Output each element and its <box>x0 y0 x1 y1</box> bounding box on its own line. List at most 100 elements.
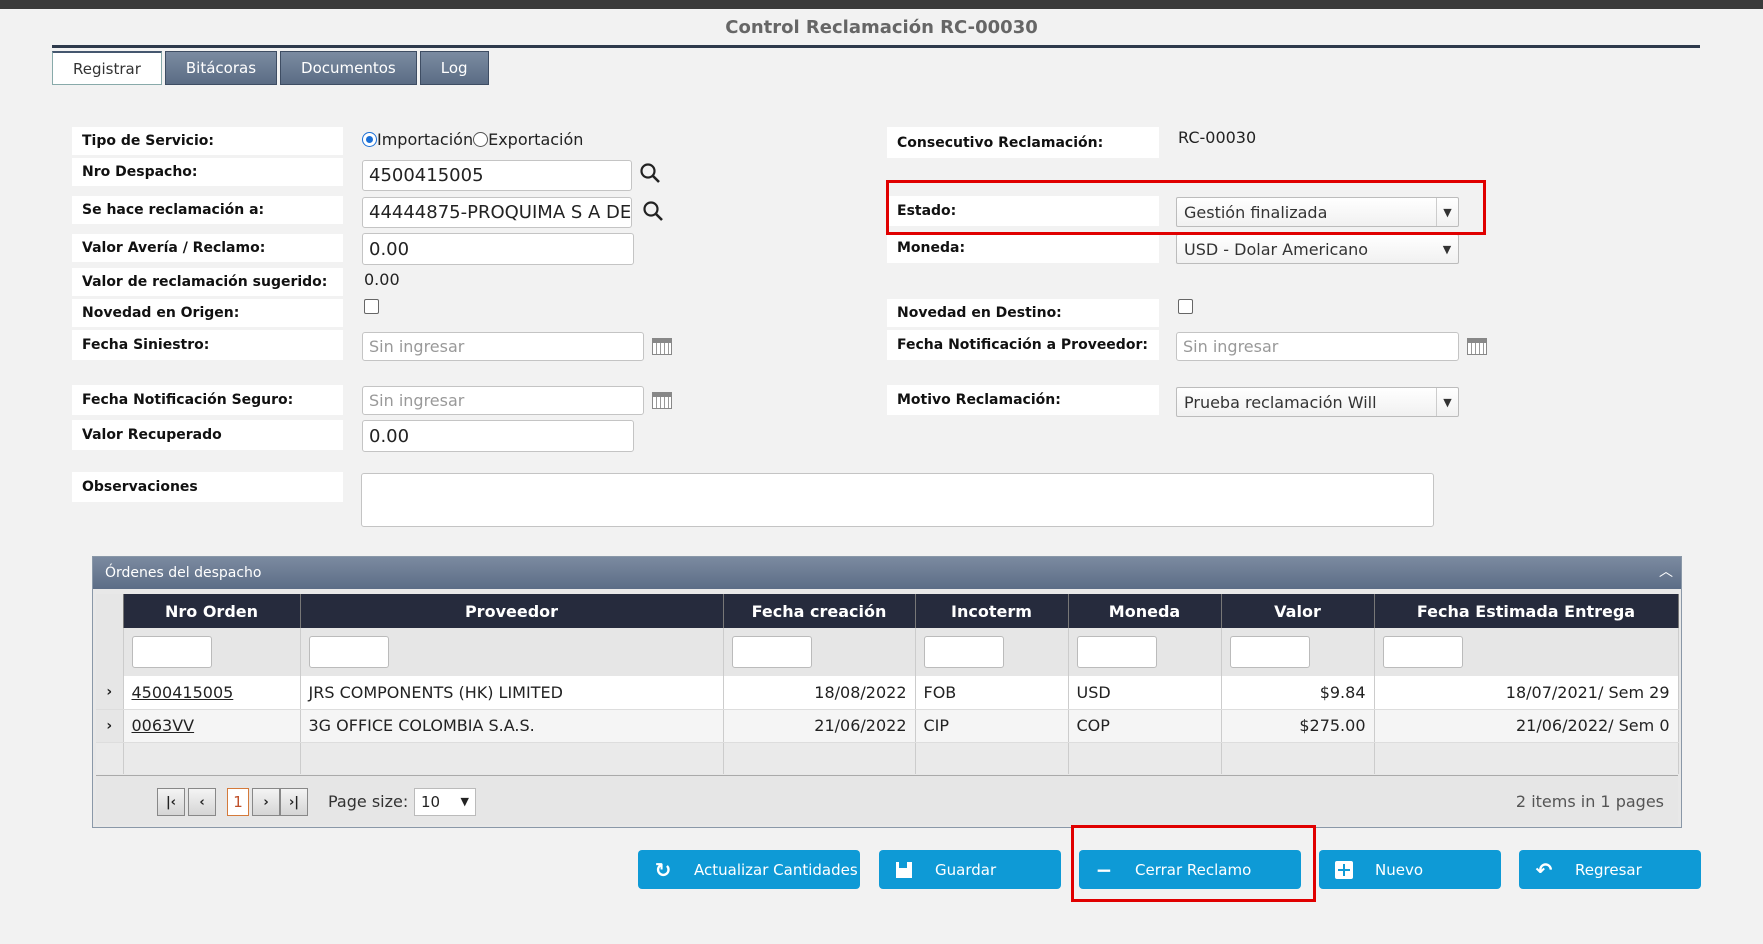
valor-recuperado-input[interactable]: 0.00 <box>362 420 634 452</box>
novedad-destino-label: Novedad en Destino: <box>887 299 1159 327</box>
moneda-select[interactable]: USD - Dolar Americano ▼ <box>1176 234 1459 264</box>
novedad-destino-checkbox[interactable] <box>1178 299 1193 314</box>
table-row: › 4500415005 JRS COMPONENTS (HK) LIMITED… <box>96 676 1679 710</box>
importacion-label: Importación <box>377 130 474 149</box>
expand-row-icon[interactable]: › <box>96 709 124 743</box>
cell-valor: $275.00 <box>1221 709 1375 743</box>
cell-nro-orden: 4500415005 <box>123 676 301 710</box>
table-row: › 0063VV 3G OFFICE COLOMBIA S.A.S. 21/06… <box>96 709 1679 743</box>
fecha-notif-proveedor-label: Fecha Notificación a Proveedor: <box>887 330 1159 360</box>
nro-despacho-input[interactable]: 4500415005 <box>362 160 632 191</box>
valor-recuperado-label: Valor Recuperado <box>72 420 343 450</box>
calendar-icon[interactable] <box>652 392 672 409</box>
col-header-valor[interactable]: Valor <box>1221 594 1375 628</box>
empty-cell <box>300 741 724 774</box>
col-header-incoterm[interactable]: Incoterm <box>915 594 1069 628</box>
filter-cell <box>96 628 124 676</box>
guardar-button[interactable]: Guardar <box>879 850 1061 889</box>
col-header-moneda[interactable]: Moneda <box>1068 594 1222 628</box>
fecha-notif-seguro-label: Fecha Notificación Seguro: <box>72 385 343 415</box>
filter-cell <box>915 628 1069 676</box>
nuevo-button[interactable]: Nuevo <box>1319 850 1501 889</box>
empty-cell <box>1374 741 1679 774</box>
search-icon[interactable] <box>638 161 662 185</box>
next-page-button[interactable]: › <box>252 788 280 816</box>
filter-input-nro-orden[interactable] <box>131 636 212 668</box>
fecha-notif-seguro-input[interactable]: Sin ingresar <box>362 386 644 415</box>
last-page-button[interactable]: ›| <box>280 788 308 816</box>
tipo-servicio-radio-group: Importación Exportación <box>362 130 583 149</box>
page-size-value: 10 <box>421 793 441 811</box>
prev-page-button[interactable]: ‹ <box>188 788 216 816</box>
tipo-servicio-label: Tipo de Servicio: <box>72 127 343 155</box>
filter-input-fecha-creacion[interactable] <box>731 636 812 668</box>
ordenes-grid: Órdenes del despacho ︿ Nro Orden Proveed… <box>92 556 1682 828</box>
empty-cell <box>123 741 301 774</box>
top-bar <box>0 0 1763 9</box>
filter-input-valor[interactable] <box>1229 636 1310 668</box>
expand-row-icon[interactable]: › <box>96 676 124 710</box>
empty-cell <box>723 741 916 774</box>
current-page[interactable]: 1 <box>227 788 249 816</box>
cell-fecha-entrega: 21/06/2022/ Sem 0 <box>1374 709 1679 743</box>
moneda-value: USD - Dolar Americano <box>1184 239 1369 259</box>
empty-cell <box>1221 741 1375 774</box>
pager-info: 2 items in 1 pages <box>1515 792 1664 811</box>
fecha-notif-proveedor-input[interactable]: Sin ingresar <box>1176 332 1459 361</box>
empty-cell <box>915 741 1069 774</box>
tab-log[interactable]: Log <box>419 51 489 85</box>
valor-sugerido-label: Valor de reclamación sugerido: <box>72 268 343 296</box>
filter-input-proveedor[interactable] <box>308 636 389 668</box>
filter-input-fecha-entrega[interactable] <box>1382 636 1463 668</box>
actualizar-cantidades-button[interactable]: ↻ Actualizar Cantidades <box>638 850 860 889</box>
col-header-fecha-entrega[interactable]: Fecha Estimada Entrega <box>1374 594 1679 628</box>
calendar-icon[interactable] <box>652 338 672 355</box>
filter-cell <box>300 628 724 676</box>
importacion-radio[interactable] <box>362 132 377 147</box>
filter-input-moneda[interactable] <box>1076 636 1157 668</box>
actualizar-label: Actualizar Cantidades <box>694 860 858 879</box>
exportacion-radio[interactable] <box>473 132 489 147</box>
orden-link[interactable]: 0063VV <box>132 716 195 735</box>
observaciones-label: Observaciones <box>72 472 343 502</box>
fecha-siniestro-input[interactable]: Sin ingresar <box>362 332 644 361</box>
motivo-select[interactable]: Prueba reclamación Will ▼ <box>1176 387 1459 417</box>
observaciones-textarea[interactable] <box>361 473 1434 527</box>
valor-averia-label: Valor Avería / Reclamo: <box>72 234 343 262</box>
chevron-up-icon[interactable]: ︿ <box>1657 563 1675 581</box>
guardar-label: Guardar <box>935 860 997 879</box>
expand-col-header <box>96 594 124 628</box>
calendar-icon[interactable] <box>1467 338 1487 355</box>
cell-moneda: COP <box>1068 709 1222 743</box>
col-header-nro-orden[interactable]: Nro Orden <box>123 594 301 628</box>
page-size-select[interactable]: 10 ▼ <box>414 788 476 816</box>
cell-fecha-creacion: 18/08/2022 <box>723 676 916 710</box>
valor-averia-input[interactable]: 0.00 <box>362 233 634 265</box>
consecutivo-label: Consecutivo Reclamación: <box>887 127 1159 158</box>
first-page-button[interactable]: |‹ <box>157 788 185 816</box>
tab-documentos[interactable]: Documentos <box>280 51 417 85</box>
cell-fecha-entrega: 18/07/2021/ Sem 29 <box>1374 676 1679 710</box>
regresar-label: Regresar <box>1575 860 1642 879</box>
tab-bitacoras[interactable]: Bitácoras <box>164 51 278 85</box>
orden-link[interactable]: 4500415005 <box>132 683 234 702</box>
regresar-button[interactable]: ↶ Regresar <box>1519 850 1701 889</box>
filter-cell <box>1221 628 1375 676</box>
filter-input-incoterm[interactable] <box>923 636 1004 668</box>
moneda-label: Moneda: <box>887 233 1159 263</box>
col-header-fecha-creacion[interactable]: Fecha creación <box>723 594 916 628</box>
novedad-origen-checkbox[interactable] <box>364 299 379 314</box>
filter-cell <box>1374 628 1679 676</box>
cell-nro-orden: 0063VV <box>123 709 301 743</box>
tab-registrar[interactable]: Registrar <box>52 51 162 85</box>
chevron-down-icon: ▼ <box>1442 242 1452 256</box>
cell-incoterm: CIP <box>915 709 1069 743</box>
filter-cell <box>1068 628 1222 676</box>
empty-cell <box>96 741 124 774</box>
refresh-icon: ↻ <box>654 857 672 882</box>
nro-despacho-label: Nro Despacho: <box>72 158 343 186</box>
col-header-proveedor[interactable]: Proveedor <box>300 594 724 628</box>
reclamacion-a-input[interactable]: 44444875-PROQUIMA S A DE <box>362 197 632 228</box>
cell-valor: $9.84 <box>1221 676 1375 710</box>
search-icon[interactable] <box>641 199 665 223</box>
